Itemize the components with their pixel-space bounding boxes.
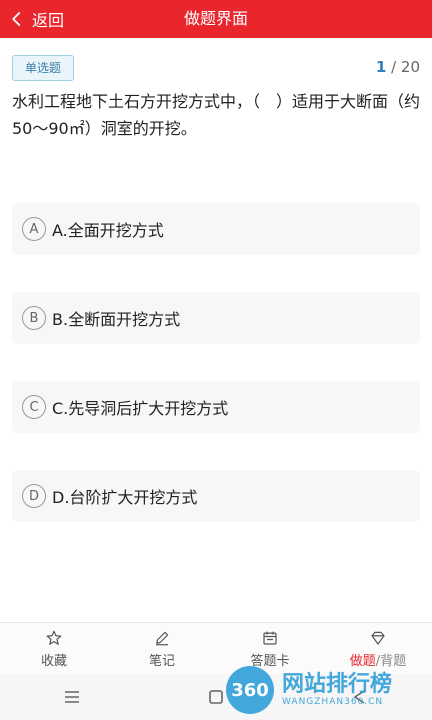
notes-button[interactable]: 笔记 bbox=[108, 623, 216, 675]
home-button[interactable] bbox=[204, 685, 228, 709]
option-letter-circle: C bbox=[22, 395, 46, 419]
diamond-icon bbox=[371, 631, 385, 645]
back-button[interactable]: 返回 bbox=[8, 0, 64, 38]
chevron-left-icon bbox=[12, 12, 21, 26]
notes-label: 笔记 bbox=[148, 654, 175, 669]
question-area: 单选题 1 / 20 水利工程地下土石方开挖方式中，（ ）适用于大断面（约50～… bbox=[0, 38, 432, 622]
watermark: 360 网站排行榜 WANGZHAN360.CN bbox=[226, 662, 426, 718]
option-b[interactable]: B B.全断面开挖方式 bbox=[12, 292, 420, 344]
back-label: 返回 bbox=[32, 11, 65, 30]
menu-icon bbox=[65, 691, 79, 703]
option-c[interactable]: C C.先导洞后扩大开挖方式 bbox=[12, 381, 420, 433]
option-letter-circle: D bbox=[22, 484, 46, 508]
favorite-button[interactable]: 收藏 bbox=[0, 623, 108, 675]
option-label: B.全断面开挖方式 bbox=[52, 310, 181, 329]
progress-current: 1 bbox=[375, 58, 387, 76]
calendar-icon bbox=[263, 631, 277, 645]
option-letter-circle: B bbox=[22, 306, 46, 330]
option-label: A.全面开挖方式 bbox=[52, 221, 164, 240]
option-d[interactable]: D D.台阶扩大开挖方式 bbox=[12, 470, 420, 522]
favorite-label: 收藏 bbox=[40, 654, 67, 669]
square-icon bbox=[209, 690, 223, 704]
option-label: C.先导洞后扩大开挖方式 bbox=[52, 399, 229, 418]
option-letter-circle: A bbox=[22, 217, 46, 241]
progress-total: / 20 bbox=[391, 58, 420, 76]
question-text: 水利工程地下土石方开挖方式中，（ ）适用于大断面（约50～90㎡）洞室的开挖。 bbox=[12, 92, 421, 138]
menu-button[interactable] bbox=[60, 685, 84, 709]
star-icon bbox=[46, 630, 62, 645]
page-title: 做题界面 bbox=[183, 9, 248, 28]
watermark-main: 网站排行榜 bbox=[282, 672, 393, 697]
watermark-sub: WANGZHAN360.CN bbox=[282, 697, 384, 707]
pencil-icon bbox=[156, 631, 169, 646]
option-a[interactable]: A A.全面开挖方式 bbox=[12, 203, 420, 255]
option-label: D.台阶扩大开挖方式 bbox=[52, 488, 198, 507]
question-progress: 1 / 20 bbox=[376, 58, 420, 76]
top-bar: 返回 做题界面 bbox=[0, 0, 432, 38]
watermark-badge: 360 bbox=[226, 666, 274, 714]
question-type-badge: 单选题 bbox=[12, 55, 74, 81]
watermark-text: 网站排行榜 WANGZHAN360.CN bbox=[282, 672, 393, 708]
